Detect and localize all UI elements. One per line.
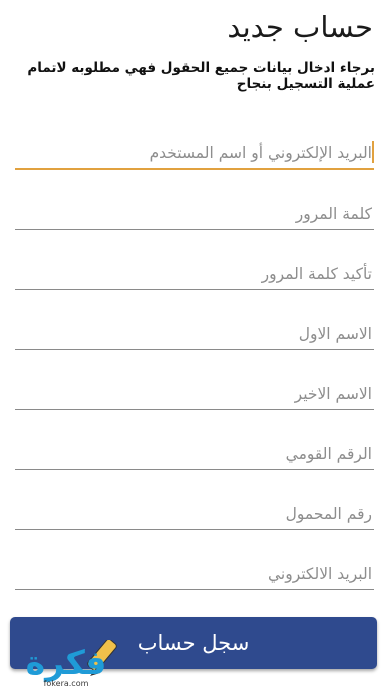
password-input[interactable]: كلمة المرور xyxy=(15,194,374,230)
input-placeholder: رقم المحمول xyxy=(285,505,372,523)
last-name-input[interactable]: الاسم الاخير xyxy=(15,374,374,410)
input-placeholder: الاسم الاول xyxy=(298,325,372,343)
input-placeholder: الاسم الاخير xyxy=(294,385,372,403)
input-placeholder: تأكيد كلمة المرور xyxy=(261,265,372,283)
register-screen: حساب جديد برجاء ادخال بيانات جميع الحقول… xyxy=(0,0,389,700)
input-placeholder: الرقم القومي xyxy=(285,445,372,463)
mobile-number-input[interactable]: رقم المحمول xyxy=(15,494,374,530)
fokera-watermark-logo: فكرة fokera.com xyxy=(4,638,129,692)
watermark-site-text: fokera.com xyxy=(44,679,89,688)
confirm-password-input[interactable]: تأكيد كلمة المرور xyxy=(15,254,374,290)
page-title: حساب جديد xyxy=(227,10,373,44)
input-placeholder: البريد الالكتروني xyxy=(267,565,372,583)
username-email-input[interactable]: البريد الإلكتروني أو اسم المستخدم xyxy=(15,134,374,170)
email-input[interactable]: البريد الالكتروني xyxy=(15,554,374,590)
national-id-input[interactable]: الرقم القومي xyxy=(15,434,374,470)
first-name-input[interactable]: الاسم الاول xyxy=(15,314,374,350)
text-caret xyxy=(372,141,374,163)
input-placeholder: كلمة المرور xyxy=(295,205,372,223)
watermark-logo-text: فكرة xyxy=(26,643,107,683)
input-placeholder: البريد الإلكتروني أو اسم المستخدم xyxy=(149,144,372,162)
form-instructions: برجاء ادخال بيانات جميع الحقول فهي مطلوب… xyxy=(27,60,375,92)
